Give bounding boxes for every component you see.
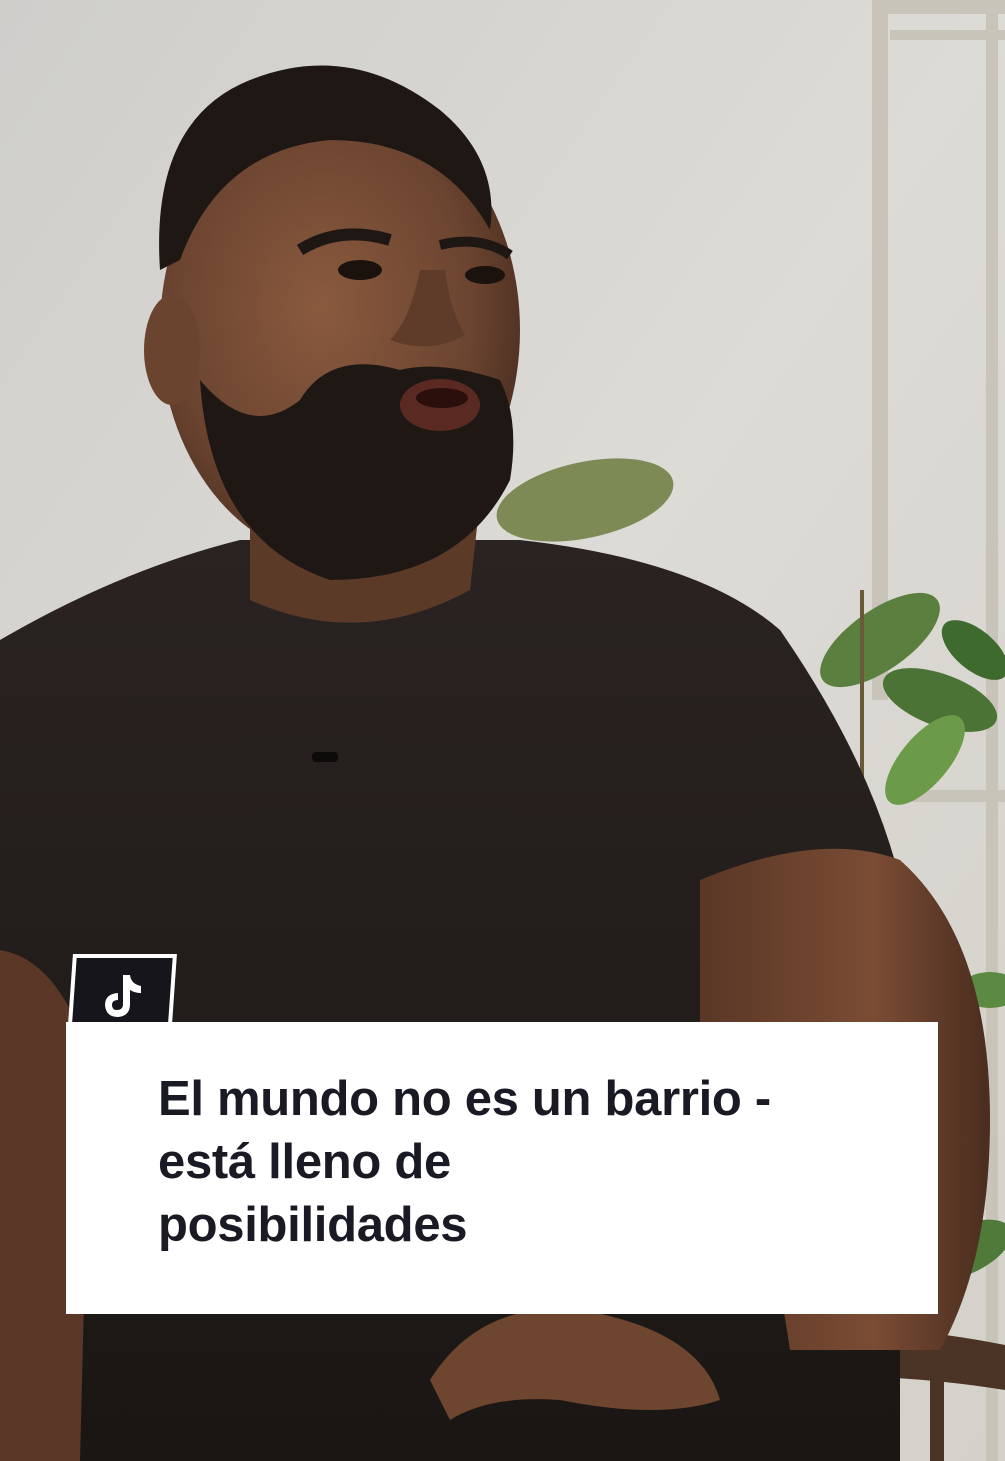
- caption-card: El mundo no es un barrio - está lleno de…: [66, 1022, 938, 1314]
- caption-line-2: está lleno de: [158, 1135, 451, 1189]
- lavalier-mic: [312, 752, 338, 762]
- caption-line-3: posibilidades: [158, 1198, 468, 1252]
- tiktok-note-icon: [105, 975, 141, 1017]
- caption-line-1: El mundo no es un barrio -: [158, 1072, 771, 1126]
